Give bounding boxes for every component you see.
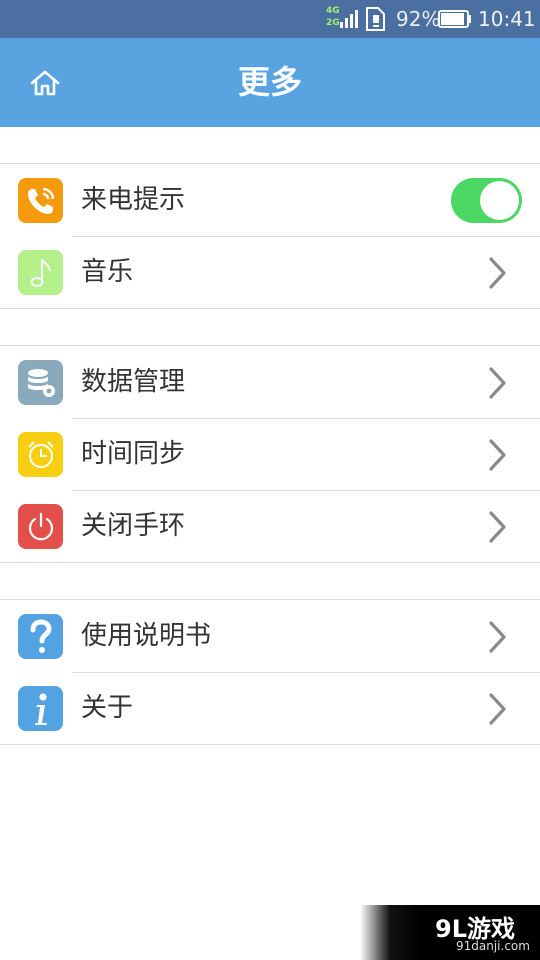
chevron-right-icon: [489, 257, 506, 289]
row-icon-box: [18, 614, 63, 659]
page-title: 更多: [237, 63, 302, 101]
row-icon-box: [18, 360, 63, 405]
chevron-right-icon: [489, 367, 506, 399]
data-management-row[interactable]: 数据管理: [0, 346, 540, 418]
network-type-4g: 4G: [326, 6, 340, 16]
row-label: 数据管理: [81, 367, 186, 397]
turn-off-band-row[interactable]: 关闭手环: [0, 490, 540, 562]
network-type-2g: 2G: [326, 18, 340, 28]
time-sync-row[interactable]: 时间同步: [0, 418, 540, 490]
chevron-right-icon: [489, 439, 506, 471]
battery-icon: [438, 10, 471, 28]
row-icon-box: [18, 504, 63, 549]
row-icon-box: [18, 432, 63, 477]
alarm-clock-icon: [27, 440, 54, 468]
status-bar: 4G 2G 92% 10:41: [0, 0, 540, 38]
database-settings-icon: [27, 368, 55, 397]
settings-group-3: 使用说明书 关于: [0, 599, 540, 745]
row-label: 使用说明书: [81, 621, 212, 651]
music-row[interactable]: 音乐: [0, 236, 540, 308]
watermark: 9L游戏 91danji.com: [360, 905, 540, 960]
signal-icon: [340, 10, 358, 28]
row-label: 音乐: [81, 257, 134, 287]
incoming-call-alert-row[interactable]: 来电提示: [0, 164, 540, 236]
network-type: 4G 2G: [326, 5, 340, 29]
toggle-knob: [480, 181, 519, 220]
chevron-right-icon: [489, 511, 506, 543]
chevron-right-icon: [489, 693, 506, 725]
row-icon-box: [18, 686, 63, 731]
info-icon: [34, 692, 47, 725]
app-header: 更多: [0, 38, 540, 127]
row-icon-box: [18, 178, 63, 223]
settings-group-2: 数据管理 时间同步 关闭手环: [0, 345, 540, 563]
music-note-icon: [30, 258, 51, 287]
home-icon: [30, 70, 60, 96]
sim-card-icon: [366, 7, 385, 31]
row-label: 时间同步: [81, 439, 186, 469]
row-label: 关于: [81, 693, 134, 723]
clock-time: 10:41: [478, 7, 536, 31]
power-icon: [28, 512, 53, 540]
help-icon: [30, 618, 52, 653]
row-label: 来电提示: [81, 185, 186, 215]
home-button[interactable]: [24, 62, 66, 104]
about-row[interactable]: 关于: [0, 672, 540, 744]
incoming-call-toggle[interactable]: [451, 178, 522, 223]
battery-percent: 92%: [396, 7, 441, 31]
settings-group-1: 来电提示 音乐: [0, 163, 540, 309]
user-manual-row[interactable]: 使用说明书: [0, 600, 540, 672]
row-icon-box: [18, 250, 63, 295]
row-label: 关闭手环: [81, 511, 186, 541]
chevron-right-icon: [489, 621, 506, 653]
watermark-url: 91danji.com: [456, 939, 530, 953]
phone-ring-icon: [27, 187, 54, 214]
